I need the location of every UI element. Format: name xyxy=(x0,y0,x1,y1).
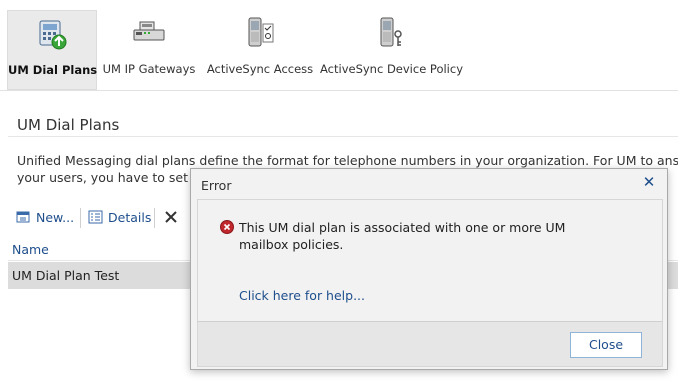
toolbar-divider xyxy=(154,208,155,228)
um-dial-plans-icon xyxy=(39,20,67,50)
tab-label: ActiveSync Device Policy xyxy=(320,62,464,76)
dialog-body xyxy=(197,199,663,322)
title-divider xyxy=(8,136,678,137)
column-header-name[interactable]: Name xyxy=(12,242,49,257)
new-button[interactable]: New... xyxy=(16,206,74,228)
tab-um-dial-plans[interactable]: UM Dial Plans xyxy=(7,10,97,90)
dialog-title: Error xyxy=(201,178,232,193)
toolbar-divider xyxy=(80,208,81,228)
row-name: UM Dial Plan Test xyxy=(12,268,120,283)
delete-icon xyxy=(165,211,177,223)
ribbon: UM Dial Plans UM IP Gateways ActiveSync … xyxy=(0,0,678,90)
delete-button[interactable] xyxy=(164,206,178,228)
tab-label: UM IP Gateways xyxy=(102,62,196,76)
mobile-policy-icon xyxy=(380,17,402,47)
tab-activesync-device-policy[interactable]: ActiveSync Device Policy xyxy=(320,10,464,88)
details-button[interactable]: Details xyxy=(88,206,151,228)
details-label: Details xyxy=(108,209,152,225)
ip-gateway-icon xyxy=(133,21,165,41)
error-icon xyxy=(220,220,234,234)
help-link[interactable]: Click here for help... xyxy=(239,288,365,303)
new-icon xyxy=(16,211,30,223)
ribbon-divider xyxy=(0,90,678,91)
error-dialog: Error ✕ This UM dial plan is associated … xyxy=(190,168,668,370)
mobile-device-icon xyxy=(248,17,274,47)
tab-um-ip-gateways[interactable]: UM IP Gateways xyxy=(100,10,198,88)
error-message: This UM dial plan is associated with one… xyxy=(239,220,566,252)
tab-activesync-access[interactable]: ActiveSync Access xyxy=(206,10,314,88)
close-button[interactable]: Close xyxy=(570,332,642,358)
close-icon[interactable]: ✕ xyxy=(639,172,659,192)
tab-label: UM Dial Plans xyxy=(8,63,98,77)
page-title: UM Dial Plans xyxy=(17,116,120,134)
new-label: New... xyxy=(36,209,75,225)
tab-label: ActiveSync Access xyxy=(206,62,314,76)
dialog-footer: Close xyxy=(197,321,663,367)
details-icon xyxy=(88,210,103,224)
description-line-1: Unified Messaging dial plans define the … xyxy=(17,153,678,168)
